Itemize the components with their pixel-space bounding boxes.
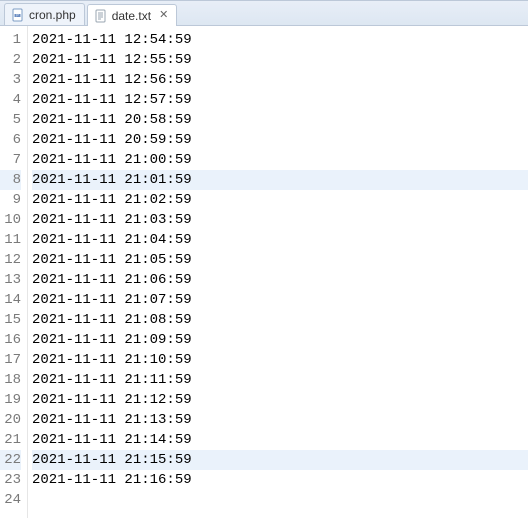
text-line[interactable]: 2021-11-11 21:12:59 bbox=[32, 390, 528, 410]
line-number: 18 bbox=[0, 370, 21, 390]
text-line[interactable]: 2021-11-11 21:06:59 bbox=[32, 270, 528, 290]
line-number: 20 bbox=[0, 410, 21, 430]
line-number: 24 bbox=[0, 490, 21, 510]
line-number: 9 bbox=[0, 190, 21, 210]
line-number: 3 bbox=[0, 70, 21, 90]
line-number: 8 bbox=[0, 170, 21, 190]
text-line[interactable]: 2021-11-11 21:10:59 bbox=[32, 350, 528, 370]
line-number: 10 bbox=[0, 210, 21, 230]
text-line[interactable]: 2021-11-11 21:04:59 bbox=[32, 230, 528, 250]
text-file-icon bbox=[94, 9, 108, 23]
tab-label: cron.php bbox=[29, 8, 76, 22]
tab-bar: P cron.php date.txt ✕ bbox=[0, 1, 528, 26]
tab-cron-php[interactable]: P cron.php bbox=[4, 3, 85, 25]
text-line[interactable]: 2021-11-11 21:15:59 bbox=[32, 450, 528, 470]
line-number: 21 bbox=[0, 430, 21, 450]
text-line[interactable]: 2021-11-11 21:01:59 bbox=[32, 170, 528, 190]
line-number: 23 bbox=[0, 470, 21, 490]
text-line[interactable] bbox=[32, 490, 528, 510]
php-file-icon: P bbox=[11, 8, 25, 22]
line-number: 2 bbox=[0, 50, 21, 70]
line-number-gutter: 123456789101112131415161718192021222324 bbox=[0, 26, 28, 518]
line-number: 19 bbox=[0, 390, 21, 410]
editor-area[interactable]: 123456789101112131415161718192021222324 … bbox=[0, 26, 528, 518]
line-number: 5 bbox=[0, 110, 21, 130]
close-icon[interactable]: ✕ bbox=[159, 10, 168, 21]
text-line[interactable]: 2021-11-11 12:56:59 bbox=[32, 70, 528, 90]
line-number: 1 bbox=[0, 30, 21, 50]
text-line[interactable]: 2021-11-11 21:07:59 bbox=[32, 290, 528, 310]
text-line[interactable]: 2021-11-11 21:00:59 bbox=[32, 150, 528, 170]
text-line[interactable]: 2021-11-11 20:58:59 bbox=[32, 110, 528, 130]
tab-label: date.txt bbox=[112, 9, 151, 23]
line-number: 17 bbox=[0, 350, 21, 370]
text-line[interactable]: 2021-11-11 12:57:59 bbox=[32, 90, 528, 110]
line-number: 15 bbox=[0, 310, 21, 330]
text-line[interactable]: 2021-11-11 21:14:59 bbox=[32, 430, 528, 450]
line-number: 11 bbox=[0, 230, 21, 250]
text-line[interactable]: 2021-11-11 21:02:59 bbox=[32, 190, 528, 210]
line-number: 12 bbox=[0, 250, 21, 270]
tab-date-txt[interactable]: date.txt ✕ bbox=[87, 4, 178, 26]
text-line[interactable]: 2021-11-11 21:05:59 bbox=[32, 250, 528, 270]
text-content[interactable]: 2021-11-11 12:54:592021-11-11 12:55:5920… bbox=[28, 26, 528, 518]
line-number: 16 bbox=[0, 330, 21, 350]
line-number: 22 bbox=[0, 450, 21, 470]
text-line[interactable]: 2021-11-11 21:13:59 bbox=[32, 410, 528, 430]
text-line[interactable]: 2021-11-11 12:55:59 bbox=[32, 50, 528, 70]
line-number: 14 bbox=[0, 290, 21, 310]
text-line[interactable]: 2021-11-11 21:16:59 bbox=[32, 470, 528, 490]
text-line[interactable]: 2021-11-11 21:09:59 bbox=[32, 330, 528, 350]
text-line[interactable]: 2021-11-11 21:11:59 bbox=[32, 370, 528, 390]
line-number: 7 bbox=[0, 150, 21, 170]
line-number: 4 bbox=[0, 90, 21, 110]
text-line[interactable]: 2021-11-11 20:59:59 bbox=[32, 130, 528, 150]
text-line[interactable]: 2021-11-11 21:03:59 bbox=[32, 210, 528, 230]
text-line[interactable]: 2021-11-11 21:08:59 bbox=[32, 310, 528, 330]
line-number: 6 bbox=[0, 130, 21, 150]
line-number: 13 bbox=[0, 270, 21, 290]
text-line[interactable]: 2021-11-11 12:54:59 bbox=[32, 30, 528, 50]
